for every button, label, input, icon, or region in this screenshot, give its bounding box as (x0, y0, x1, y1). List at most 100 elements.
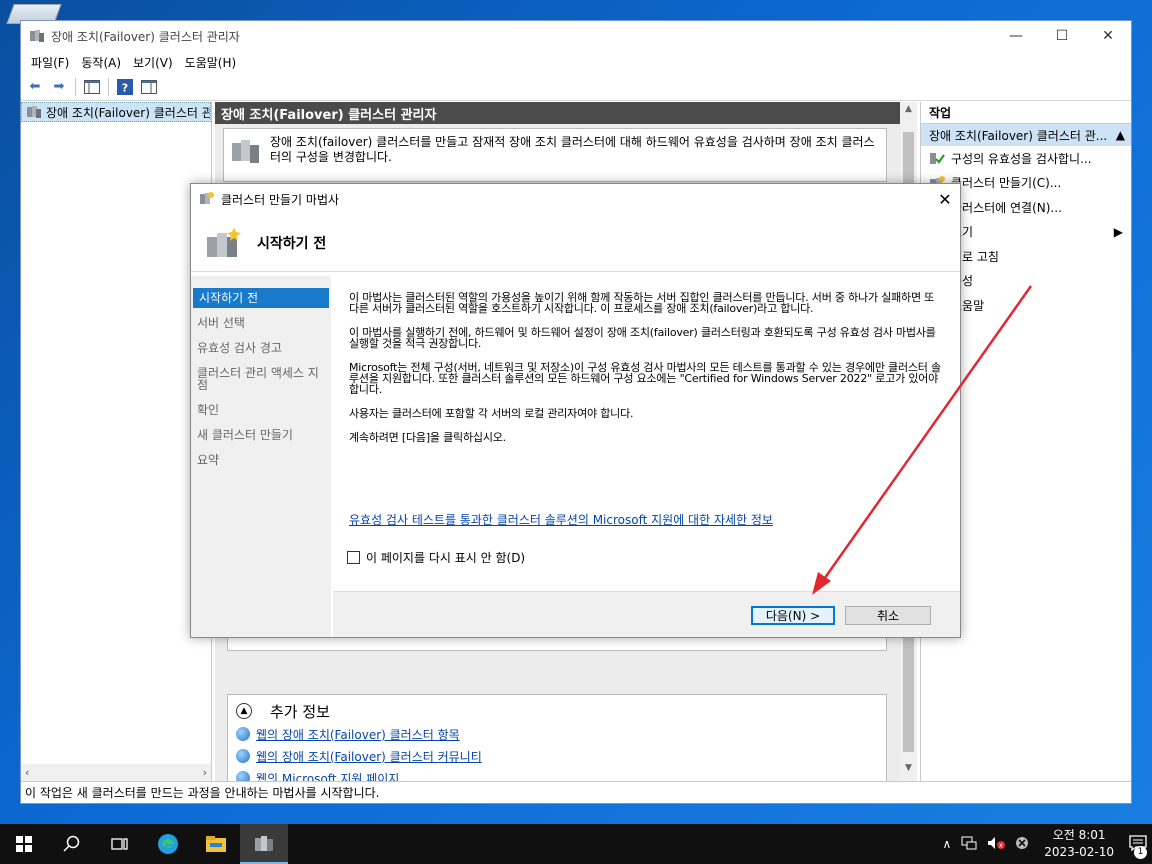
checkbox-box[interactable] (347, 551, 360, 564)
clock-time: 오전 8:01 (1052, 828, 1106, 842)
wizard-heading: 시작하기 전 (257, 235, 327, 252)
wizard-step-access-point: 클러스터 관리 액세스 지점 (197, 366, 319, 392)
action-label: 클러스터에 연결(N)... (951, 200, 1062, 215)
menu-action[interactable]: 동작(A) (75, 54, 127, 71)
menu-view[interactable]: 보기(V) (127, 54, 179, 71)
wizard-body: 이 마법사는 클러스터된 역할의 가용성을 높이기 위해 함께 작동하는 서버 … (333, 276, 960, 591)
task-view-icon[interactable] (96, 824, 144, 864)
more-info-header[interactable]: ▲ 추가 정보 (236, 699, 878, 723)
actions-subheader[interactable]: 장애 조치(Failover) 클러스터 관... ▲ (921, 124, 1131, 146)
more-info-title: 추가 정보 (270, 702, 330, 721)
collapse-triangle-icon[interactable]: ▲ (1116, 128, 1125, 142)
link-label: 웹의 장애 조치(Failover) 클러스터 커뮤니티 (256, 749, 482, 764)
network-icon[interactable] (961, 836, 977, 853)
show-hide-console-tree-icon[interactable] (82, 77, 102, 97)
checkbox-label: 이 페이지를 다시 표시 안 함(D) (366, 551, 526, 565)
start-windows-icon[interactable] (0, 824, 48, 864)
actions-subheader-label: 장애 조치(Failover) 클러스터 관... (929, 128, 1108, 143)
help-icon[interactable]: ? (115, 77, 135, 97)
center-description-text: 장애 조치(failover) 클러스터를 만들고 잠재적 장애 조치 클러스터… (270, 135, 875, 164)
back-arrow-icon[interactable]: ⬅ (25, 77, 45, 97)
system-tray: ∧ x 오전 8:01 2023-02-10 1 (937, 824, 1152, 864)
status-text: 이 작업은 새 클러스터를 만드는 과정을 안내하는 마법사를 시작합니다. (25, 786, 380, 800)
menu-file[interactable]: 파일(F) (25, 54, 75, 71)
link-failover-cluster-community[interactable]: 웹의 장애 조치(Failover) 클러스터 커뮤니티 (236, 745, 878, 767)
cluster-servers-icon (232, 140, 259, 163)
submenu-arrow-icon: ▶ (1113, 224, 1123, 239)
edge-browser-icon[interactable] (144, 824, 192, 864)
wizard-step-confirmation: 확인 (197, 403, 220, 417)
search-icon[interactable] (48, 824, 96, 864)
action-validate-configuration[interactable]: 구성의 유효성을 검사합니... (921, 146, 1131, 171)
wizard-header-icon (207, 226, 241, 257)
show-hidden-icons-chevron-icon[interactable]: ∧ (942, 837, 951, 851)
scroll-down-icon[interactable]: ▼ (900, 763, 917, 779)
tree-horizontal-scrollbar[interactable]: ‹ › (21, 764, 211, 781)
action-label: 클러스터 만들기(C)... (951, 176, 1062, 191)
tree-item-cluster-manager[interactable]: 장애 조치(Failover) 클러스터 관 (21, 102, 211, 122)
cluster-app-icon (30, 30, 44, 42)
file-explorer-icon[interactable] (192, 824, 240, 864)
center-description-box: 장애 조치(failover) 클러스터를 만들고 잠재적 장애 조치 클러스터… (223, 128, 887, 182)
wizard-steps-list: 시작하기 전 서버 선택 유효성 검사 경고 클러스터 관리 액세스 지점 확인… (191, 276, 331, 637)
wizard-paragraph-intro: 이 마법사는 클러스터된 역할의 가용성을 높이기 위해 함께 작동하는 서버 … (349, 291, 935, 315)
toolbar-divider (75, 77, 76, 96)
wizard-app-icon (200, 192, 214, 204)
wizard-step-validation-warning: 유효성 검사 경고 (197, 341, 282, 355)
wizard-title-bar: 클러스터 만들기 마법사 ✕ (191, 184, 960, 214)
collapse-up-icon[interactable]: ▲ (236, 703, 252, 719)
cancel-button[interactable]: 취소 (845, 606, 931, 625)
title-bar: 장애 조치(Failover) 클러스터 관리자 — ☐ ✕ (21, 21, 1131, 51)
wizard-step-before-you-begin[interactable]: 시작하기 전 (193, 288, 329, 308)
cluster-icon (27, 106, 41, 118)
forward-arrow-icon[interactable]: ➡ (49, 77, 69, 97)
wizard-footer: 다음(N) > 취소 (333, 591, 960, 637)
create-cluster-wizard-dialog: 클러스터 만들기 마법사 ✕ 시작하기 전 시작하기 전 서버 선택 유효성 검… (190, 183, 961, 638)
support-info-link[interactable]: 유효성 검사 테스트를 통과한 클러스터 솔루션의 Microsoft 지원에 … (349, 511, 773, 528)
volume-muted-icon[interactable]: x (987, 836, 1006, 853)
wizard-step-summary: 요약 (197, 453, 220, 467)
taskbar: ∧ x 오전 8:01 2023-02-10 1 (0, 824, 1152, 864)
window-title: 장애 조치(Failover) 클러스터 관리자 (51, 29, 240, 44)
partially-hidden-panel (227, 637, 887, 651)
link-label: 웹의 장애 조치(Failover) 클러스터 항목 (256, 727, 460, 742)
menu-help[interactable]: 도움말(H) (179, 54, 243, 71)
error-status-icon[interactable] (1015, 836, 1029, 853)
wizard-step-creating: 새 클러스터 만들기 (197, 428, 293, 442)
link-failover-cluster-topics[interactable]: 웹의 장애 조치(Failover) 클러스터 항목 (236, 723, 878, 745)
web-globe-icon (236, 727, 250, 741)
menu-bar: 파일(F) 동작(A) 보기(V) 도움말(H) (21, 51, 1131, 73)
dont-show-again-checkbox[interactable]: 이 페이지를 다시 표시 안 함(D) (347, 549, 525, 566)
maximize-button[interactable]: ☐ (1039, 21, 1085, 51)
scroll-up-icon[interactable]: ▲ (900, 104, 917, 120)
web-globe-icon (236, 749, 250, 763)
scroll-right-icon[interactable]: › (203, 766, 207, 779)
clock[interactable]: 오전 8:01 2023-02-10 (1044, 827, 1114, 861)
wizard-paragraph-admin: 사용자는 클러스터에 포함할 각 서버의 로컬 관리자여야 합니다. (349, 407, 634, 420)
wizard-close-button[interactable]: ✕ (930, 184, 960, 214)
wizard-paragraph-support: Microsoft는 전체 구성(서버, 네트워크 및 저장소)이 구성 유효성… (349, 361, 941, 396)
validate-icon (930, 153, 945, 165)
wizard-paragraph-continue: 계속하려면 [다음]을 클릭하십시오. (349, 431, 506, 444)
wizard-step-select-servers: 서버 선택 (197, 316, 245, 330)
action-label: 구성의 유효성을 검사합니... (951, 151, 1092, 166)
close-button[interactable]: ✕ (1085, 21, 1131, 51)
status-bar: 이 작업은 새 클러스터를 만드는 과정을 안내하는 마법사를 시작합니다. (21, 781, 1131, 803)
tree-item-label: 장애 조치(Failover) 클러스터 관 (46, 105, 211, 120)
show-hide-action-pane-icon[interactable] (139, 77, 159, 97)
wizard-title: 클러스터 만들기 마법사 (221, 192, 340, 207)
toolbar: ⬅ ➡ ? (21, 73, 1131, 101)
actions-header: 작업 (921, 102, 1131, 124)
next-button[interactable]: 다음(N) > (751, 606, 835, 625)
svg-text:?: ? (122, 81, 128, 94)
notification-count-badge: 1 (1134, 845, 1147, 859)
console-tree: 장애 조치(Failover) 클러스터 관 ‹ › (21, 102, 212, 781)
failover-cluster-manager-taskbar-icon[interactable] (240, 824, 288, 864)
minimize-button[interactable]: — (993, 21, 1039, 51)
wizard-paragraph-recommend: 이 마법사를 실행하기 전에, 하드웨어 및 하드웨어 설정이 장애 조치(fa… (349, 326, 936, 350)
toolbar-divider (108, 77, 109, 96)
notification-center-icon[interactable]: 1 (1129, 834, 1147, 859)
scroll-left-icon[interactable]: ‹ (25, 766, 29, 779)
wizard-header: 시작하기 전 (191, 214, 960, 272)
clock-date: 2023-02-10 (1044, 845, 1114, 859)
